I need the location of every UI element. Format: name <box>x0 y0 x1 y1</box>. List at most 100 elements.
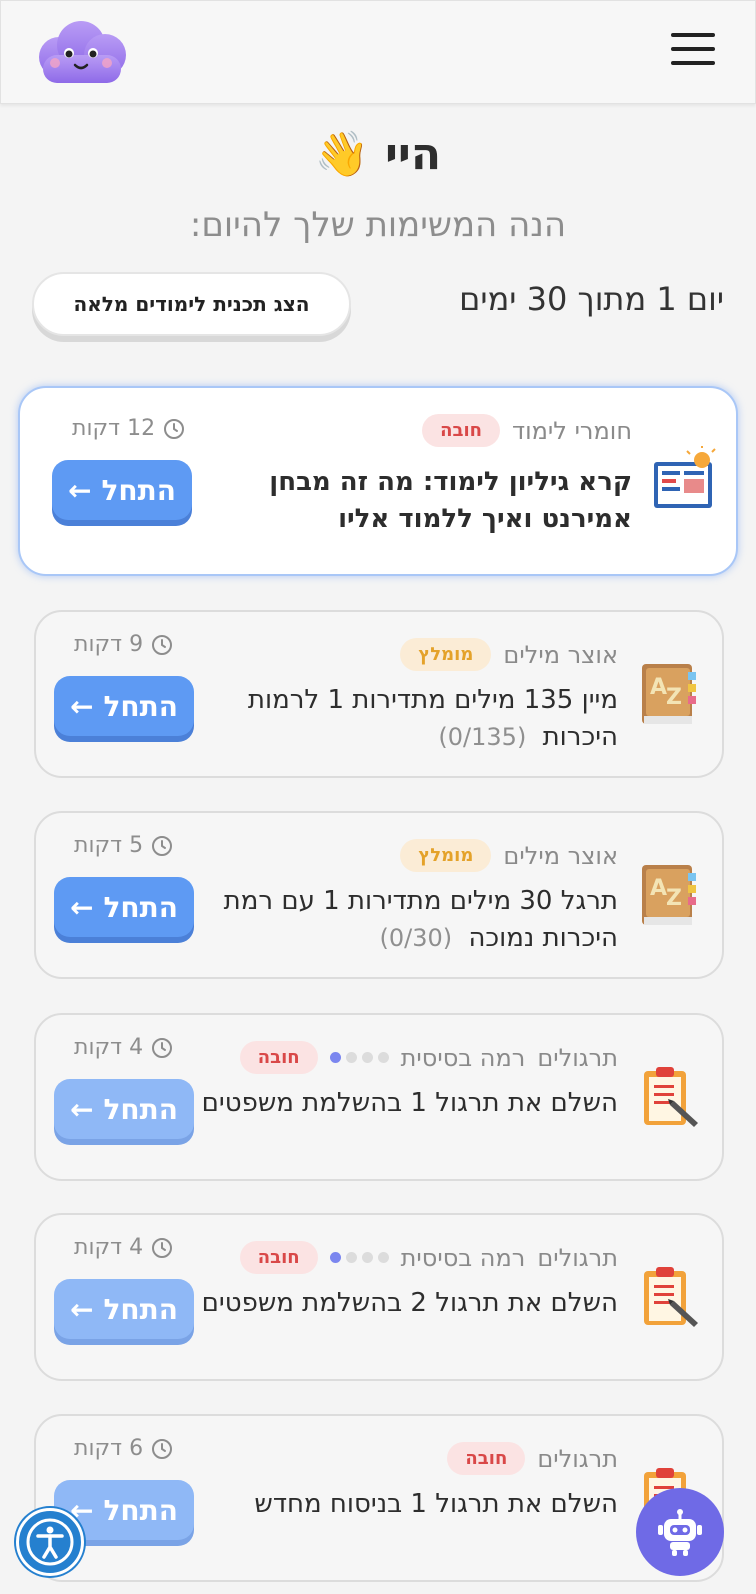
arrow-left-icon: ← <box>70 689 94 723</box>
task-category: תרגולים <box>537 1043 618 1072</box>
task-title: קרא גיליון לימוד: מה זה מבחן אמירנט ואיך… <box>212 464 632 538</box>
az-dictionary-icon: A Z <box>636 859 702 929</box>
task-duration: 12 דקות <box>72 416 185 441</box>
task-category: תרגולים <box>537 1243 618 1272</box>
task-status-badge: חובה <box>239 1041 318 1074</box>
task-duration: 5 דקות <box>74 833 173 858</box>
task-duration: 4 דקות <box>74 1035 173 1060</box>
clipboard-pencil-icon <box>636 1261 702 1331</box>
task-duration: 6 דקות <box>74 1436 173 1461</box>
task-meta: תרגולים רמה בסיסית חובה <box>239 1241 618 1274</box>
task-card: A Z אוצר מילים מומלץ תרגל 30 מילים מתדיר… <box>34 811 724 979</box>
task-meta: תרגולים חובה <box>447 1442 618 1475</box>
task-title: תרגל 30 מילים מתדירות 1 עם רמת היכרות נמ… <box>198 883 618 957</box>
arrow-left-icon: ← <box>68 473 92 507</box>
robot-icon <box>658 1509 702 1556</box>
task-category: אוצר מילים <box>503 841 618 870</box>
task-title-text: השלם את תרגול 1 בהשלמת משפטים <box>201 1088 618 1118</box>
start-task-button[interactable]: התחל ← <box>52 460 192 520</box>
start-label: התחל <box>103 689 179 723</box>
level-label: רמה בסיסית <box>400 1243 526 1272</box>
task-progress: (0/135) <box>438 723 527 751</box>
task-card: A Z אוצר מילים מומלץ מיין 135 מילים מתדי… <box>34 610 724 778</box>
level-dot <box>377 1052 389 1063</box>
task-duration-text: 4 דקות <box>74 1235 144 1260</box>
greeting-title: היי 👋 <box>314 129 442 180</box>
start-label: התחל <box>103 1292 179 1326</box>
clock-icon <box>164 418 185 439</box>
clock-icon <box>152 634 173 655</box>
hamburger-menu-icon[interactable] <box>671 33 715 69</box>
level-dot <box>361 1052 373 1063</box>
task-category: חומרי לימוד <box>511 416 632 445</box>
clipboard-pencil-icon <box>636 1061 702 1131</box>
task-title: השלם את תרגול 1 בניסוח מחדש <box>198 1486 618 1523</box>
task-title-text: השלם את תרגול 1 בניסוח מחדש <box>254 1489 618 1519</box>
task-title: השלם את תרגול 2 בהשלמת משפטים <box>198 1285 618 1322</box>
cloud-mascot-icon[interactable] <box>33 19 129 87</box>
task-title-text: השלם את תרגול 2 בהשלמת משפטים <box>201 1288 618 1318</box>
task-duration-text: 6 דקות <box>74 1436 144 1461</box>
start-task-button[interactable]: התחל ← <box>54 1279 194 1339</box>
accessibility-icon <box>26 1518 74 1566</box>
page-subtitle: הנה המשימות שלך להיום: <box>189 205 567 245</box>
svg-text:Z: Z <box>666 886 682 911</box>
task-duration: 9 דקות <box>74 632 173 657</box>
level-label: רמה בסיסית <box>400 1043 526 1072</box>
task-meta: חומרי לימוד חובה <box>422 414 632 447</box>
task-status-badge: חובה <box>239 1241 318 1274</box>
task-status-badge: חובה <box>447 1442 526 1475</box>
show-full-plan-button[interactable]: הצג תכנית לימודים מלאה <box>32 272 351 336</box>
day-progress-label: יום 1 מתוך 30 ימים <box>459 280 724 318</box>
task-card: חומרי לימוד חובה קרא גיליון לימוד: מה זה… <box>18 386 738 576</box>
task-status-badge: מומלץ <box>400 839 492 872</box>
start-task-button[interactable]: התחל ← <box>54 877 194 937</box>
clock-icon <box>152 1237 173 1258</box>
clock-icon <box>152 1037 173 1058</box>
top-header <box>0 0 756 104</box>
task-title: מיין 135 מילים מתדירות 1 לרמות היכרות (0… <box>198 682 618 756</box>
level-dot <box>377 1252 389 1263</box>
arrow-left-icon: ← <box>70 890 94 924</box>
svg-text:A: A <box>650 675 667 700</box>
task-card: תרגולים רמה בסיסית חובה השלם את תרגול 1 … <box>34 1013 724 1181</box>
svg-text:Z: Z <box>666 685 682 710</box>
accessibility-button[interactable] <box>16 1508 84 1576</box>
arrow-left-icon: ← <box>70 1292 94 1326</box>
task-title: השלם את תרגול 1 בהשלמת משפטים <box>198 1085 618 1122</box>
task-duration-text: 9 דקות <box>74 632 144 657</box>
task-meta: תרגולים רמה בסיסית חובה <box>239 1041 618 1074</box>
task-duration: 4 דקות <box>74 1235 173 1260</box>
task-card: תרגולים רמה בסיסית חובה השלם את תרגול 2 … <box>34 1213 724 1381</box>
level-dot <box>329 1052 341 1063</box>
start-task-button[interactable]: התחל ← <box>54 676 194 736</box>
level-dot <box>361 1252 373 1263</box>
study-sheet-icon <box>650 444 716 516</box>
start-label: התחל <box>103 890 179 924</box>
clock-icon <box>152 1438 173 1459</box>
task-category: תרגולים <box>537 1444 618 1473</box>
task-duration-text: 12 דקות <box>72 416 156 441</box>
arrow-left-icon: ← <box>70 1092 94 1126</box>
task-duration-text: 4 דקות <box>74 1035 144 1060</box>
level-dot <box>345 1052 357 1063</box>
start-label: התחל <box>101 473 177 507</box>
start-label: התחל <box>103 1092 179 1126</box>
start-label: התחל <box>103 1493 179 1527</box>
task-meta: אוצר מילים מומלץ <box>400 839 618 872</box>
level-indicator <box>329 1252 389 1263</box>
task-status-badge: מומלץ <box>400 638 492 671</box>
task-title-text: מיין 135 מילים מתדירות 1 לרמות היכרות <box>247 685 618 752</box>
level-indicator <box>329 1052 389 1063</box>
task-duration-text: 5 דקות <box>74 833 144 858</box>
task-progress: (0/30) <box>379 924 453 952</box>
svg-text:A: A <box>650 876 667 901</box>
level-dot <box>329 1252 341 1263</box>
start-task-button[interactable]: התחל ← <box>54 1079 194 1139</box>
task-card: תרגולים חובה השלם את תרגול 1 בניסוח מחדש… <box>34 1414 724 1582</box>
task-meta: אוצר מילים מומלץ <box>400 638 618 671</box>
level-dot <box>345 1252 357 1263</box>
chat-bot-button[interactable] <box>636 1488 724 1576</box>
az-dictionary-icon: A Z <box>636 658 702 728</box>
task-category: אוצר מילים <box>503 640 618 669</box>
